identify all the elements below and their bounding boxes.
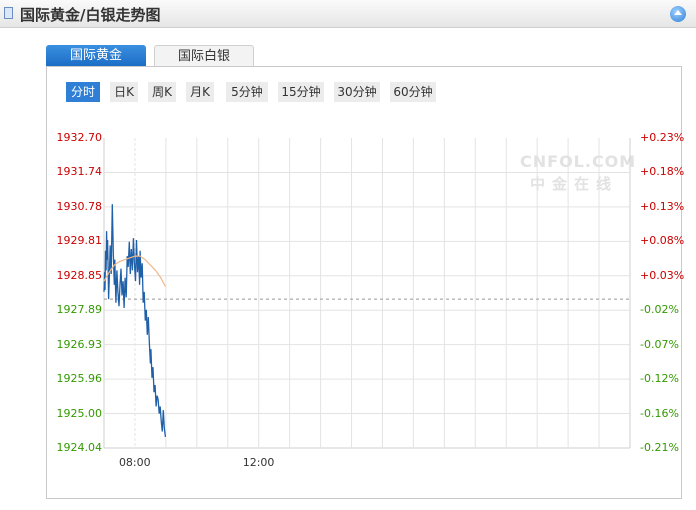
pct-tick-label: +0.23%	[640, 131, 685, 144]
pct-tick-label: -0.12%	[640, 372, 679, 386]
y-tick-label: 1932.70	[56, 131, 103, 144]
price-chart	[103, 138, 631, 449]
pct-tick-label: +0.03%	[640, 268, 685, 282]
y-tick-label: 1926.93	[56, 337, 103, 351]
pct-tick-label: -0.07%	[640, 337, 679, 351]
x-tick-label: 12:00	[242, 456, 275, 469]
y-tick-label: 1931.74	[56, 165, 103, 179]
pct-tick-label: +0.18%	[640, 165, 685, 179]
pct-tick-label: -0.02%	[640, 303, 679, 317]
y-tick-label: 1929.81	[56, 234, 103, 248]
pct-tick-label: -0.16%	[640, 406, 679, 420]
y-tick-label: 1925.96	[56, 372, 103, 386]
y-tick-label: 1930.78	[56, 199, 103, 213]
pct-tick-label: +0.08%	[640, 234, 685, 248]
pct-tick-label: +0.13%	[640, 199, 685, 213]
y-tick-label: 1924.04	[56, 441, 103, 454]
y-tick-label: 1927.89	[56, 303, 103, 317]
y-tick-label: 1928.85	[56, 268, 103, 282]
x-tick-label: 08:00	[118, 456, 151, 469]
y-tick-label: 1925.00	[56, 406, 103, 420]
pct-tick-label: -0.21%	[640, 441, 679, 454]
